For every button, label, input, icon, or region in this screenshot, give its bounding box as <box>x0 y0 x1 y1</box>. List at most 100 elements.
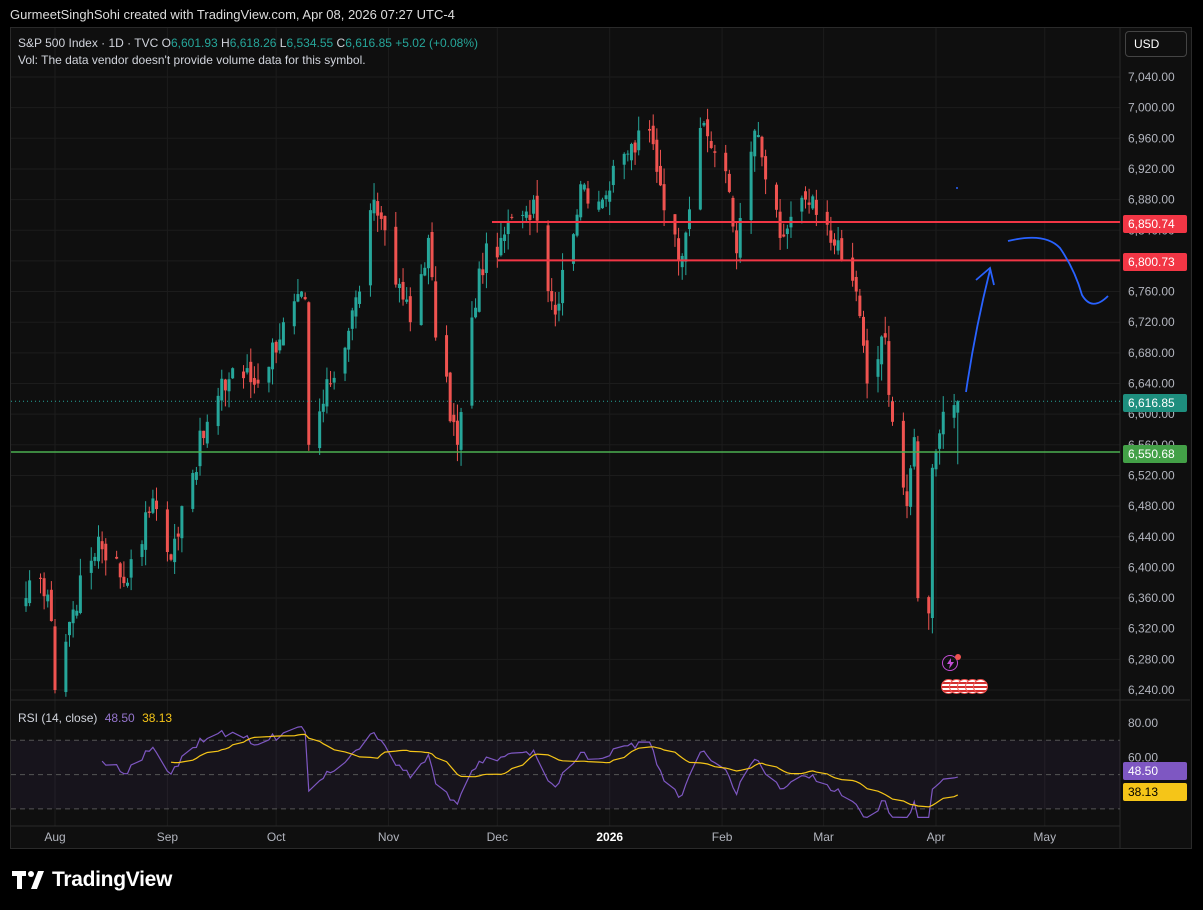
candle-body <box>586 188 590 204</box>
candle-body <box>938 433 942 449</box>
candle-body <box>383 215 387 231</box>
candle-body <box>499 237 503 256</box>
candle-body <box>800 197 804 212</box>
candle-body <box>905 491 909 507</box>
candle-body <box>749 151 753 221</box>
price-tick-label: 6,440.00 <box>1128 530 1175 544</box>
candle-body <box>901 420 905 488</box>
candle-body <box>890 401 894 422</box>
candle-body <box>347 330 351 350</box>
candle-body <box>372 199 376 214</box>
tradingview-brand: TradingView <box>52 868 173 891</box>
high-value: 6,618.26 <box>229 36 277 50</box>
candle-body <box>477 268 481 312</box>
candle-body <box>397 283 401 289</box>
user-drawings <box>956 187 1109 393</box>
drawn-up-arrow <box>965 269 991 393</box>
candle-body <box>760 136 764 158</box>
candle-body <box>626 153 630 155</box>
open-value: 6,601.93 <box>170 36 218 50</box>
candle-body <box>118 563 122 578</box>
candle-body <box>227 379 231 392</box>
candle-body <box>698 127 702 210</box>
candle-body <box>144 512 148 550</box>
candle-body <box>680 255 684 268</box>
candle-body <box>307 302 311 445</box>
price-tick-label: 6,280.00 <box>1128 652 1175 666</box>
candle-body <box>97 536 101 562</box>
time-tick-label: Nov <box>378 830 399 844</box>
candle-body <box>470 317 474 406</box>
candle-body <box>484 243 488 273</box>
candle-body <box>481 269 485 276</box>
candle-body <box>28 580 32 604</box>
candle-body <box>887 341 891 395</box>
candle-body <box>854 276 858 292</box>
candle-body <box>553 304 557 315</box>
price-tick-label: 6,400.00 <box>1128 560 1175 574</box>
candle-body <box>126 582 130 586</box>
candle-body <box>252 378 256 385</box>
candle-body <box>724 152 728 172</box>
time-tick-label: Aug <box>44 830 65 844</box>
candle-body <box>702 122 706 126</box>
us-flag-icon[interactable] <box>973 679 988 694</box>
volume-note: Vol: The data vendor doesn't provide vol… <box>18 53 366 67</box>
candle-body <box>706 119 710 137</box>
candle-body <box>256 379 260 384</box>
candle-body <box>122 576 126 584</box>
price-tick-label: 6,360.00 <box>1128 591 1175 605</box>
candle-body <box>281 322 285 346</box>
candle-body <box>408 296 412 323</box>
candle-body <box>426 237 430 269</box>
candle-body <box>930 467 934 619</box>
high-label: H <box>221 36 230 50</box>
currency-button[interactable]: USD <box>1125 31 1187 57</box>
candle-body <box>64 641 68 693</box>
candle-body <box>455 420 459 445</box>
candle-body <box>448 372 452 422</box>
support-badge: 6,550.68 <box>1123 445 1187 463</box>
candle-body <box>655 139 659 172</box>
resistance-upper-badge: 6,850.74 <box>1123 215 1187 233</box>
candle-body <box>46 594 50 602</box>
candle-body <box>608 190 612 202</box>
candle-body <box>916 441 920 599</box>
open-label: O <box>161 36 171 50</box>
candle-body <box>840 238 844 261</box>
candle-body <box>956 401 960 413</box>
candle-body <box>38 577 42 579</box>
candle-body <box>223 379 227 391</box>
candle-body <box>329 383 333 385</box>
time-tick-label: 2026 <box>596 830 623 844</box>
price-chart[interactable]: 7,040.00 7,000.00 6,960.00 6,920.00 6,880.00… <box>0 0 1203 910</box>
candle-body <box>814 199 818 215</box>
candle-body <box>423 267 427 276</box>
candle-body <box>532 199 536 214</box>
candles <box>24 108 960 697</box>
candle-body <box>267 366 271 383</box>
candle-body <box>354 297 358 317</box>
candle-body <box>738 218 742 258</box>
candle-body <box>368 210 372 286</box>
candle-body <box>735 230 739 254</box>
candle-body <box>249 361 253 383</box>
candle-body <box>727 173 731 192</box>
time-axis: Aug Sep Oct Nov Dec 2026 Feb Mar Apr May <box>44 830 1056 844</box>
candle-body <box>600 199 604 209</box>
candle-body <box>379 212 383 219</box>
candle-body <box>495 246 499 258</box>
close-label: C <box>336 36 346 50</box>
candle-body <box>876 359 880 377</box>
candle-body <box>673 214 677 235</box>
price-tick-label: 6,720.00 <box>1128 315 1175 329</box>
candle-body <box>93 556 97 561</box>
price-tick-label: 6,880.00 <box>1128 193 1175 207</box>
time-tick-label: Oct <box>267 830 286 844</box>
candle-body <box>176 533 180 537</box>
symbol-legend: S&P 500 Index · 1D · TVC O6,601.93 H6,61… <box>18 36 478 50</box>
price-tick-label: 6,240.00 <box>1128 683 1175 697</box>
candle-body <box>459 412 463 450</box>
tradingview-logo[interactable]: TradingView <box>12 868 172 892</box>
rsi-label: RSI (14, close) <box>18 711 98 725</box>
